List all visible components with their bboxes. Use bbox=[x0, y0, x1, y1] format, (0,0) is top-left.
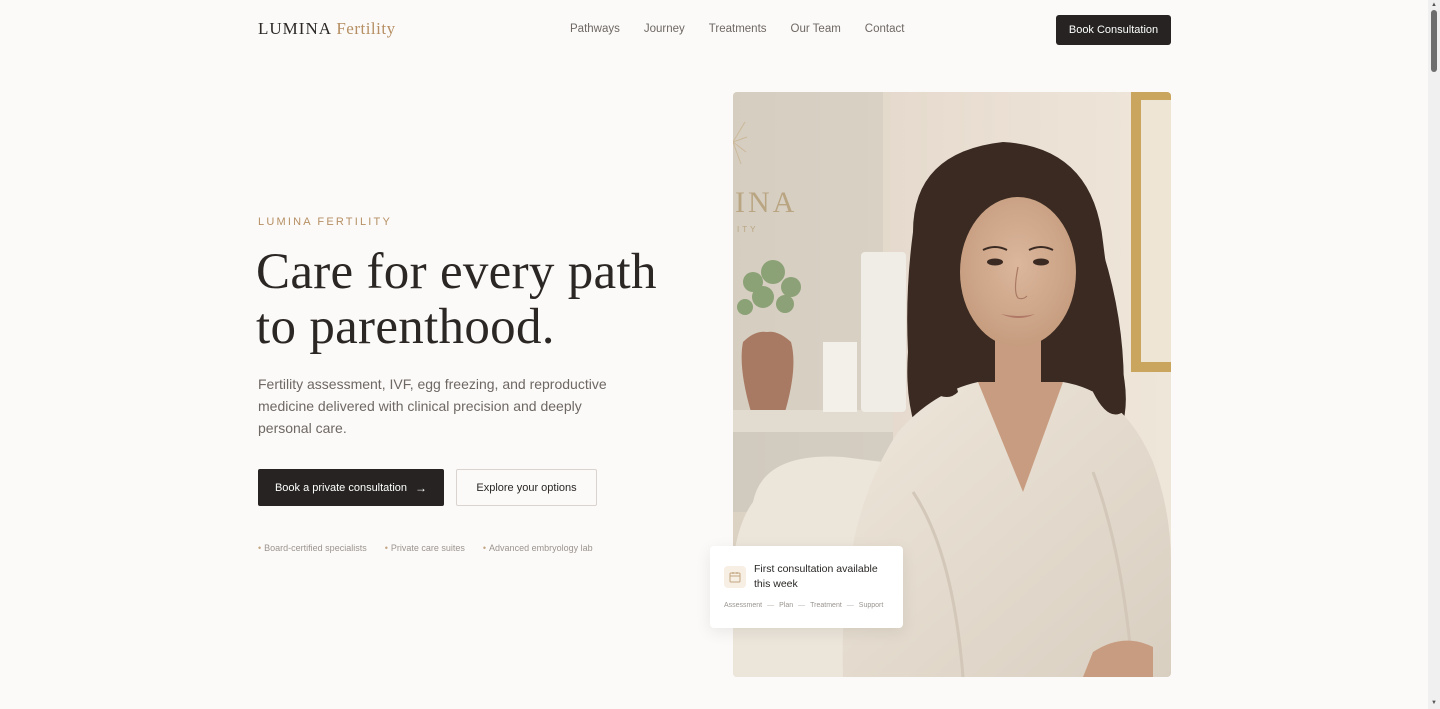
hero-title-line-2: to parenthood. bbox=[256, 299, 555, 355]
logo-accent: Fertility bbox=[336, 19, 396, 38]
feature-list: • Board-certified specialists • Private ca… bbox=[258, 543, 593, 553]
feature-item: • Advanced embryology lab bbox=[483, 543, 593, 553]
step-label: Assessment bbox=[724, 602, 763, 609]
step-label: Support bbox=[858, 602, 884, 609]
book-private-consultation-button[interactable]: Book a private consultation → bbox=[258, 469, 444, 506]
scroll-down-arrow-icon[interactable]: ▼ bbox=[1431, 700, 1437, 706]
availability-card: First consultation available this week A… bbox=[710, 546, 903, 628]
bullet-dot-icon: • bbox=[258, 543, 262, 553]
bullet-dot-icon: • bbox=[384, 543, 388, 553]
step-label: Plan bbox=[779, 602, 794, 609]
nav-link-contact[interactable]: Contact bbox=[865, 23, 905, 35]
hero-description: Fertility assessment, IVF, egg freezing,… bbox=[258, 376, 607, 436]
nav-link-journey[interactable]: Journey bbox=[644, 23, 685, 35]
availability-title: First consultation available this week bbox=[754, 563, 878, 590]
page: LUMINA Fertility Pathways Journey Treatm… bbox=[0, 0, 1428, 709]
hero-eyebrow: LUMINA FERTILITY bbox=[258, 216, 393, 228]
wall-sign-subtext: ITY bbox=[737, 225, 758, 234]
hero-title-line-1: Care for every path bbox=[256, 244, 657, 300]
scroll-up-arrow-icon[interactable]: ▲ bbox=[1431, 2, 1437, 8]
nav-link-treatments[interactable]: Treatments bbox=[709, 23, 767, 35]
feature-label: Advanced embryology lab bbox=[489, 543, 593, 553]
bullet-dot-icon: • bbox=[482, 543, 487, 553]
arrow-right-icon: → bbox=[415, 480, 428, 495]
care-steps: Assessment — Plan — Treatment — Support bbox=[724, 602, 883, 609]
hero-title: Care for every path to parenthood. bbox=[256, 245, 657, 355]
step-separator-icon: — bbox=[846, 602, 854, 609]
logo[interactable]: LUMINA Fertility bbox=[258, 19, 396, 39]
nav-link-pathways[interactable]: Pathways bbox=[570, 23, 620, 35]
feature-item: • Private care suites bbox=[385, 543, 465, 553]
explore-options-button[interactable]: Explore your options bbox=[456, 469, 597, 506]
logo-main: LUMINA bbox=[258, 19, 332, 38]
wall-sign-text: INA bbox=[735, 186, 797, 219]
primary-button-label: Book a private consultation bbox=[274, 481, 408, 494]
feature-label: Board-certified specialists bbox=[264, 543, 367, 553]
main-nav: Pathways Journey Treatments Our Team Con… bbox=[570, 23, 904, 35]
page-scrollbar[interactable]: ▲ ▼ bbox=[1428, 0, 1440, 709]
feature-label: Private care suites bbox=[390, 543, 465, 553]
nav-link-our-team[interactable]: Our Team bbox=[791, 23, 841, 35]
step-separator-icon: — bbox=[798, 602, 806, 609]
calendar-icon-box bbox=[724, 566, 746, 588]
book-consultation-button[interactable]: Book Consultation bbox=[1056, 15, 1171, 45]
calendar-icon bbox=[729, 572, 741, 583]
scrollbar-thumb[interactable] bbox=[1431, 10, 1437, 72]
step-label: Treatment bbox=[810, 602, 842, 609]
feature-item: • Board-certified specialists bbox=[258, 543, 367, 553]
step-separator-icon: — bbox=[767, 602, 775, 609]
